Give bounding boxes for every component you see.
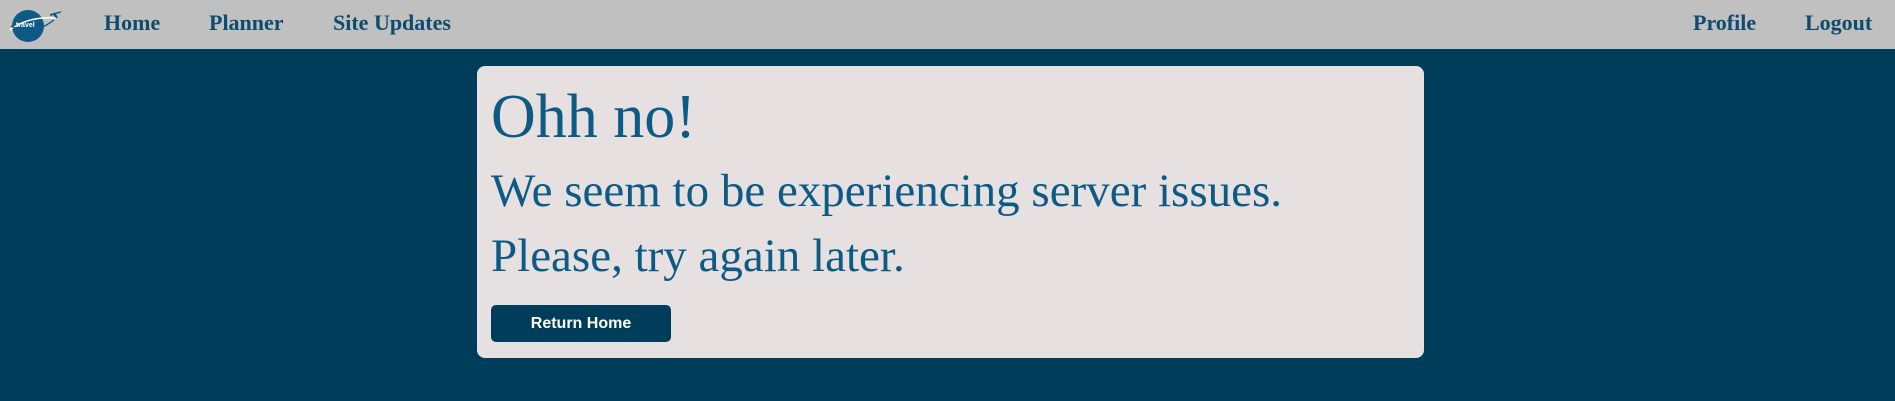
- error-message-line-1: We seem to be experiencing server issues…: [491, 165, 1283, 217]
- error-title: Ohh no!: [491, 83, 696, 151]
- top-navbar: travel Home Planner Site Updates Profile…: [0, 0, 1895, 49]
- error-card: Ohh no! We seem to be experiencing serve…: [477, 66, 1424, 358]
- error-message-line-2: Please, try again later.: [491, 230, 905, 282]
- nav-planner-link[interactable]: Planner: [209, 10, 284, 36]
- return-home-button[interactable]: Return Home: [491, 305, 671, 342]
- nav-logout-link[interactable]: Logout: [1805, 10, 1872, 36]
- nav-home-link[interactable]: Home: [104, 10, 160, 36]
- nav-site-updates-link[interactable]: Site Updates: [333, 10, 451, 36]
- nav-profile-link[interactable]: Profile: [1693, 10, 1756, 36]
- svg-text:travel: travel: [16, 22, 35, 29]
- travel-globe-logo-icon[interactable]: travel: [6, 4, 62, 44]
